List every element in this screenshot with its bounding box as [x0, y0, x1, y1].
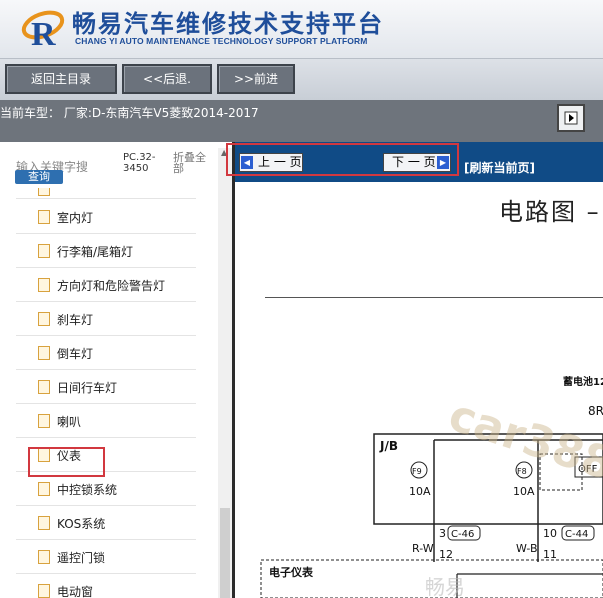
conn2-pin: 10: [543, 527, 557, 540]
label-8r: 8R: [588, 404, 603, 418]
panel-toggle-icon: [564, 111, 578, 125]
jb-label: J/B: [379, 439, 398, 453]
sidebar: 输入关键字搜 查询 PC.32-3450 折叠全部 室内灯 行李箱/尾箱灯 方向…: [0, 142, 233, 598]
tree-item[interactable]: 日间行车灯: [16, 370, 196, 404]
doc-icon: [38, 380, 50, 394]
tree-item[interactable]: 室内灯: [16, 200, 196, 234]
divider: [16, 198, 196, 199]
doc-icon: [38, 244, 50, 258]
doc-icon: [38, 346, 50, 360]
doc-icon: [38, 210, 50, 224]
back-button[interactable]: <<后退.: [122, 64, 212, 94]
tree-item[interactable]: 刹车灯: [16, 302, 196, 336]
wire2-label: W-B: [516, 542, 538, 555]
watermark-2: 畅易: [425, 575, 465, 598]
tree-item[interactable]: 倒车灯: [16, 336, 196, 370]
toolbar: 返回主目录 <<后退. >>前进: [0, 58, 603, 100]
search-button[interactable]: 查询: [15, 170, 63, 184]
forward-button[interactable]: >>前进: [217, 64, 295, 94]
doc-icon: [38, 550, 50, 564]
meter-label: 电子仪表: [269, 565, 314, 579]
svg-text:R: R: [31, 16, 56, 51]
doc-icon: [38, 188, 50, 196]
tree-item[interactable]: 行李箱/尾箱灯: [16, 234, 196, 268]
fuse2-label: F8: [517, 467, 527, 476]
wire1-label: R-W: [412, 542, 434, 555]
wire2-pin: 11: [543, 548, 557, 561]
tree-item[interactable]: 中控锁系统: [16, 472, 196, 506]
tree-item[interactable]: 方向灯和危险警告灯: [16, 268, 196, 302]
vehicle-label: 当前车型： 厂家:D-东南汽车V5菱致2014-2017: [0, 106, 259, 120]
fuse2-amp: 10A: [513, 485, 535, 498]
refresh-link[interactable]: [刷新当前页]: [464, 159, 535, 176]
tree-item[interactable]: 遥控门锁: [16, 540, 196, 574]
conn2-label: C-44: [565, 529, 588, 540]
pager-highlight: [226, 143, 459, 176]
wire1-pin: 12: [439, 548, 453, 561]
doc-icon: [38, 312, 50, 326]
tree-item[interactable]: KOS系统: [16, 506, 196, 540]
doc-icon: [38, 584, 50, 598]
doc-icon: [38, 414, 50, 428]
logo-icon: R: [21, 10, 65, 51]
tree-item[interactable]: 电动窗: [16, 574, 196, 598]
scrollbar-thumb[interactable]: [220, 508, 230, 598]
selection-highlight: [28, 447, 105, 477]
doc-icon: [38, 278, 50, 292]
collapse-all-link[interactable]: 折叠全部: [173, 152, 215, 174]
sidebar-scrollbar[interactable]: ▲: [218, 148, 232, 598]
document-view: 电路图 – 蓄电池12 8R J/B F9 10A F8 10A OFF 3 C…: [235, 182, 603, 598]
battery-label: 蓄电池12: [563, 375, 603, 388]
fuse1-label: F9: [412, 467, 422, 476]
doc-icon: [38, 516, 50, 530]
pc-code: PC.32-3450: [123, 152, 156, 174]
conn1-pin: 3: [439, 527, 446, 540]
vehicle-bar: 当前车型： 厂家:D-东南汽车V5菱致2014-2017: [0, 100, 603, 142]
tree-item[interactable]: 喇叭: [16, 404, 196, 438]
home-button[interactable]: 返回主目录: [5, 64, 117, 94]
circuit-diagram: 蓄电池12 8R J/B F9 10A F8 10A OFF 3 C-46 10…: [260, 375, 603, 598]
app-title: 畅易汽车维修技术支持平台: [72, 10, 384, 38]
panel-toggle-button[interactable]: [557, 104, 585, 132]
app-subtitle: CHANG YI AUTO MAINTENANCE TECHNOLOGY SUP…: [75, 36, 368, 46]
app-header: R 畅易汽车维修技术支持平台 CHANG YI AUTO MAINTENANCE…: [0, 0, 603, 58]
conn1-label: C-46: [451, 529, 474, 540]
fuse1-amp: 10A: [409, 485, 431, 498]
doc-icon: [38, 482, 50, 496]
